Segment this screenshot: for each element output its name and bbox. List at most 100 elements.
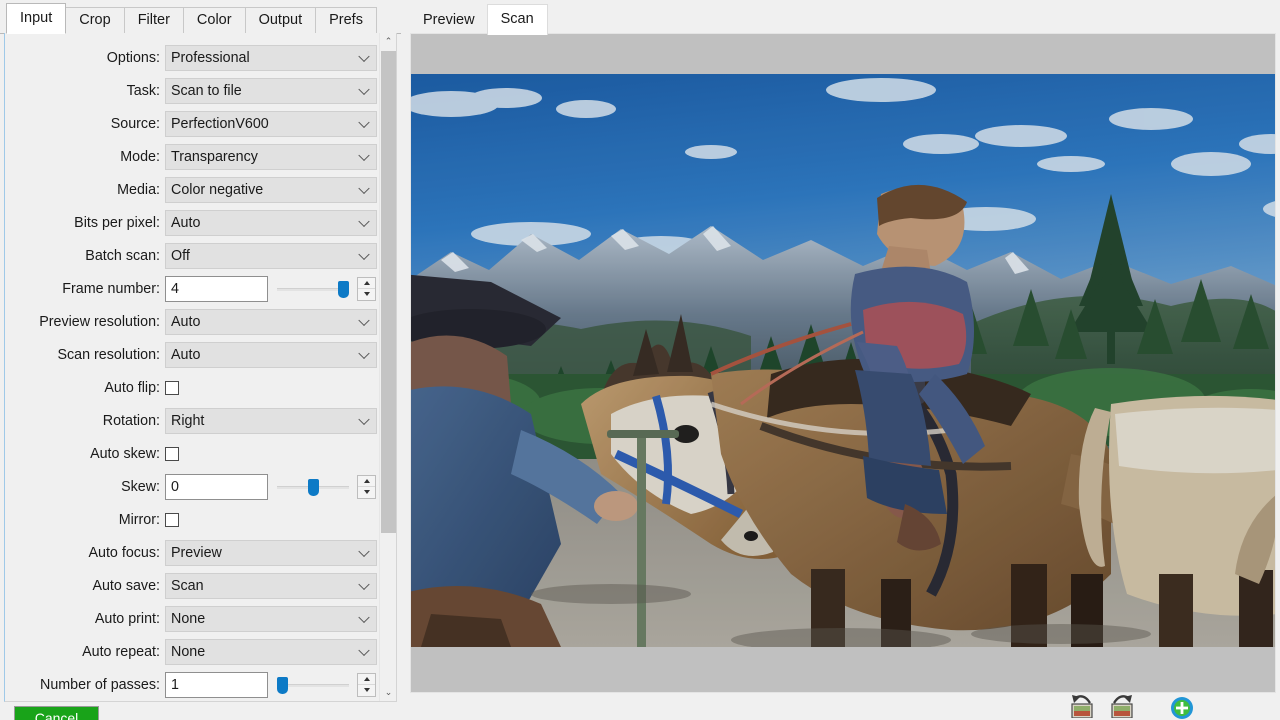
combo-value-auto-repeat: None [171, 644, 205, 660]
zoom-in-icon[interactable] [1170, 696, 1194, 720]
label-mode: Mode: [5, 149, 165, 165]
slider-number-of-passes[interactable] [277, 672, 349, 698]
label-auto-print: Auto print: [5, 611, 165, 627]
combo-value-media: Color negative [171, 182, 263, 198]
label-scan-resolution: Scan resolution: [5, 347, 165, 363]
combo-value-scan-resolution: Auto [171, 347, 200, 363]
chevron-down-icon [358, 314, 369, 325]
slider-thumb[interactable] [308, 479, 319, 496]
spinner-up-icon[interactable] [358, 278, 375, 290]
scroll-down-arrow-icon[interactable]: ⌄ [380, 684, 397, 701]
setting-row-auto-flip: Auto flip: [5, 371, 387, 404]
combo-source[interactable]: PerfectionV600 [165, 111, 377, 137]
input-skew[interactable]: 0 [165, 474, 268, 500]
preview-tab-scan[interactable]: Scan [487, 4, 548, 35]
combo-bits-per-pixel[interactable]: Auto [165, 210, 377, 236]
chevron-down-icon [358, 578, 369, 589]
tab-input[interactable]: Input [6, 3, 66, 34]
combo-auto-print[interactable]: None [165, 606, 377, 632]
combo-task[interactable]: Scan to file [165, 78, 377, 104]
label-auto-flip: Auto flip: [5, 380, 165, 396]
combo-value-preview-resolution: Auto [171, 314, 200, 330]
label-skew: Skew: [5, 479, 165, 495]
settings-rows: Options:ProfessionalTask:Scan to fileSou… [5, 33, 387, 701]
triangle-up-icon [364, 281, 370, 285]
combo-value-auto-save: Scan [171, 578, 204, 594]
right-preview-panel: PreviewScan [404, 0, 1280, 720]
input-number-of-passes[interactable]: 1 [165, 672, 268, 698]
scrollbar-thumb[interactable] [381, 51, 396, 533]
scan-image-frame[interactable] [410, 33, 1276, 693]
slider-skew[interactable] [277, 474, 349, 500]
slider-thumb[interactable] [277, 677, 288, 694]
tab-filter[interactable]: Filter [124, 7, 184, 34]
checkbox-auto-skew[interactable] [165, 447, 179, 461]
spinner-up-icon[interactable] [358, 476, 375, 488]
input-frame-number[interactable]: 4 [165, 276, 268, 302]
combo-auto-save[interactable]: Scan [165, 573, 377, 599]
tab-crop[interactable]: Crop [65, 7, 124, 34]
checkbox-mirror[interactable] [165, 513, 179, 527]
setting-row-skew: Skew: 0 [5, 470, 387, 503]
combo-value-auto-print: None [171, 611, 205, 627]
label-options: Options: [5, 50, 165, 66]
checkbox-auto-flip[interactable] [165, 381, 179, 395]
setting-row-auto-print: Auto print: None [5, 602, 387, 635]
combo-scan-resolution[interactable]: Auto [165, 342, 377, 368]
chevron-down-icon [358, 116, 369, 127]
chevron-down-icon [358, 644, 369, 655]
slider-thumb[interactable] [338, 281, 349, 298]
combo-value-options: Professional [171, 50, 250, 66]
left-options-panel: InputCropFilterColorOutputPrefs Options:… [0, 0, 401, 720]
spinner-down-icon[interactable] [358, 685, 375, 696]
combo-batch-scan[interactable]: Off [165, 243, 377, 269]
rotate-right-icon[interactable] [1106, 694, 1136, 720]
spinner-up-icon[interactable] [358, 674, 375, 686]
combo-options[interactable]: Professional [165, 45, 377, 71]
combo-rotation[interactable]: Right [165, 408, 377, 434]
setting-row-source: Source:PerfectionV600 [5, 107, 387, 140]
spinner-frame-number[interactable] [357, 277, 376, 301]
tab-color[interactable]: Color [183, 7, 246, 34]
slider-frame-number[interactable] [277, 276, 349, 302]
rotate-left-icon[interactable] [1068, 694, 1098, 720]
label-frame-number: Frame number: [5, 281, 165, 297]
label-mirror: Mirror: [5, 512, 165, 528]
setting-row-auto-skew: Auto skew: [5, 437, 387, 470]
setting-row-mirror: Mirror: [5, 503, 387, 536]
chevron-down-icon [358, 50, 369, 61]
combo-auto-repeat[interactable]: None [165, 639, 377, 665]
scanned-photograph[interactable] [411, 74, 1276, 647]
chevron-down-icon [358, 347, 369, 358]
cancel-button[interactable]: Cancel [14, 706, 99, 720]
triangle-dn-icon [364, 688, 370, 692]
combo-value-rotation: Right [171, 413, 204, 429]
settings-scrollbar[interactable]: ⌃ ⌄ [379, 33, 396, 701]
spinner-skew[interactable] [357, 475, 376, 499]
label-bits-per-pixel: Bits per pixel: [5, 215, 165, 231]
combo-media[interactable]: Color negative [165, 177, 377, 203]
combo-auto-focus[interactable]: Preview [165, 540, 377, 566]
spinner-down-icon[interactable] [358, 289, 375, 300]
label-auto-repeat: Auto repeat: [5, 644, 165, 660]
chevron-down-icon [358, 545, 369, 556]
preview-tab-preview[interactable]: Preview [410, 8, 488, 35]
setting-row-auto-repeat: Auto repeat: None [5, 635, 387, 668]
spinner-number-of-passes[interactable] [357, 673, 376, 697]
setting-row-scan-resolution: Scan resolution: Auto [5, 338, 387, 371]
label-task: Task: [5, 83, 165, 99]
spinner-down-icon[interactable] [358, 487, 375, 498]
tab-output[interactable]: Output [245, 7, 317, 34]
setting-row-options: Options: Professional [5, 41, 387, 74]
label-media: Media: [5, 182, 165, 198]
input-value-skew: 0 [171, 479, 179, 495]
setting-row-mode: Mode:Transparency [5, 140, 387, 173]
chevron-down-icon [358, 215, 369, 226]
scroll-up-arrow-icon[interactable]: ⌃ [380, 33, 397, 50]
setting-row-media: Media: Color negative [5, 173, 387, 206]
setting-row-task: Task:Scan to file [5, 74, 387, 107]
combo-mode[interactable]: Transparency [165, 144, 377, 170]
combo-preview-resolution[interactable]: Auto [165, 309, 377, 335]
setting-row-preview-resolution: Preview resolution:Auto [5, 305, 387, 338]
tab-prefs[interactable]: Prefs [315, 7, 377, 34]
